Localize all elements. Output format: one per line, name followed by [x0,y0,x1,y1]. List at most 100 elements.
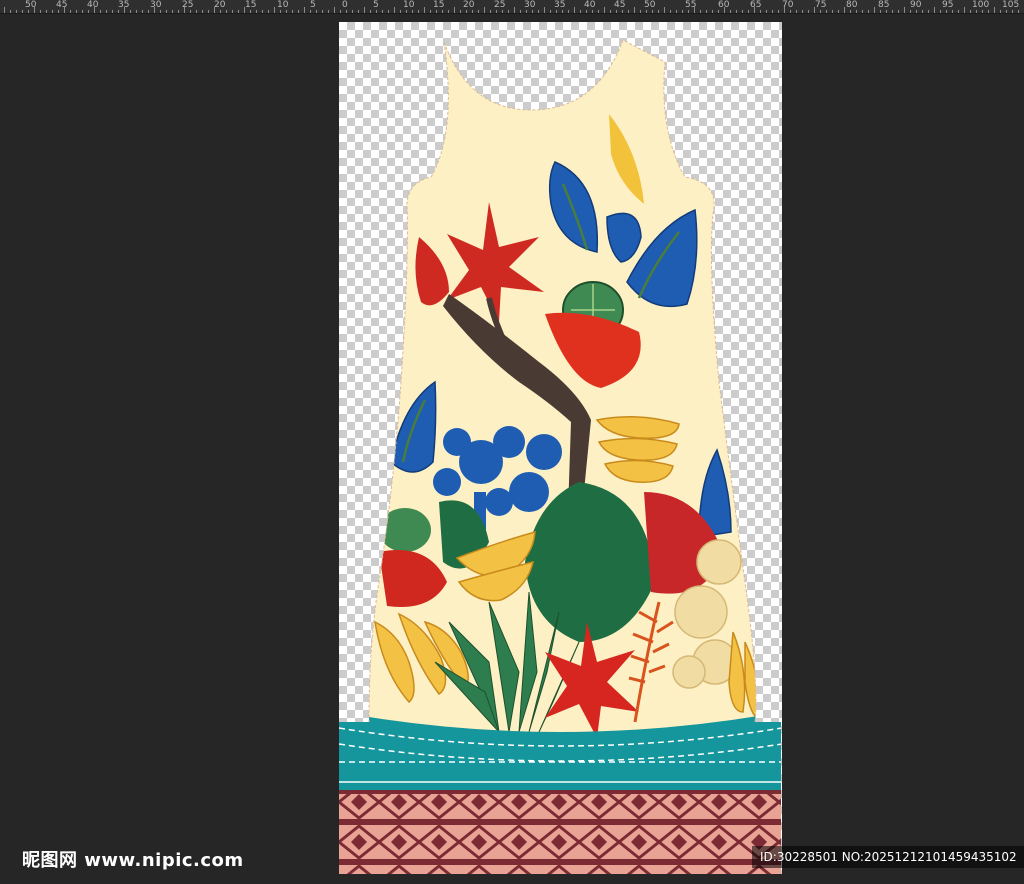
ruler-tick [1018,10,1019,13]
ruler-tick [34,7,35,13]
ruler-tick [418,10,419,13]
ruler-tick [628,10,629,13]
ruler-tick [520,10,521,13]
ruler-tick [670,10,671,13]
ruler-tick [982,10,983,13]
ruler-tick [730,10,731,13]
ruler-tick [226,10,227,13]
top-ruler[interactable]: 50 45 40 35 30 25 20 15 10 5 0 5 10 15 2… [0,0,1024,14]
ruler-tick [172,10,173,13]
ruler-tick [820,10,821,13]
ruler-tick [22,10,23,13]
ruler-tick [616,10,617,13]
ruler-tick [610,10,611,13]
ruler-tick [196,10,197,13]
ruler-tick [280,10,281,13]
ruler-tick [910,10,911,13]
ruler-tick [496,10,497,13]
ruler-tick [754,7,755,13]
ruler-tick [568,10,569,13]
ruler-tick [448,10,449,13]
ruler-tick [40,10,41,13]
ruler-tick [466,10,467,13]
ruler-tick [136,10,137,13]
ruler-tick [148,10,149,13]
ruler-tick [472,10,473,13]
ruler-tick [214,7,215,13]
ruler-tick [10,10,11,13]
ruler-tick [970,10,971,13]
ruler-tick [658,10,659,13]
ruler-tick [328,10,329,13]
ruler-tick [220,10,221,13]
site-watermark: 昵图网 www.nipic.com [22,850,244,871]
ruler-tick [352,10,353,13]
ruler-tick [244,7,245,13]
ruler-tick [184,7,185,13]
ruler-tick [340,10,341,13]
ruler-tick [250,10,251,13]
ruler-tick [268,10,269,13]
ruler-tick [442,10,443,13]
ruler-tick [586,10,587,13]
ruler-tick [832,10,833,13]
ruler-tick [424,7,425,13]
ruler-tick [292,10,293,13]
ruler-tick [1000,10,1001,13]
ruler-tick [28,10,29,13]
ruler-tick [436,10,437,13]
ruler-tick [118,10,119,13]
image-id-watermark: ID:30228501 NO:20251212101459435102 [752,846,1024,868]
ruler-tick [580,10,581,13]
ruler-tick [394,7,395,13]
ruler-tick [364,7,365,13]
ruler-tick [544,7,545,13]
ruler-tick [712,10,713,13]
ruler-tick [862,10,863,13]
ruler-tick [868,10,869,13]
ruler-tick [736,10,737,13]
ruler-tick [700,10,701,13]
ruler-tick [400,10,401,13]
ruler-tick [718,10,719,13]
ruler-tick [142,10,143,13]
ruler-tick [946,10,947,13]
ruler-tick [778,10,779,13]
ruler-tick [880,10,881,13]
ruler-tick [952,10,953,13]
ruler-tick [64,7,65,13]
ruler-tick [694,7,695,13]
ruler-tick [322,10,323,13]
ruler-tick [526,10,527,13]
ruler-tick [346,10,347,13]
ruler-tick [856,10,857,13]
ruler-tick [808,10,809,13]
ruler-tick [82,10,83,13]
ruler-tick [310,10,311,13]
ruler-tick [382,10,383,13]
ruler-tick [706,10,707,13]
ruler-tick [52,10,53,13]
ruler-tick [178,10,179,13]
ruler-tick [112,10,113,13]
ruler-tick [994,7,995,13]
document-canvas[interactable] [339,22,782,874]
ruler-tick [406,10,407,13]
ruler-tick [70,10,71,13]
ruler-tick [514,7,515,13]
ruler-tick [130,10,131,13]
ruler-tick [640,10,641,13]
ruler-tick [742,10,743,13]
ruler-tick [94,7,95,13]
ruler-tick [646,10,647,13]
ruler-tick [934,7,935,13]
ruler-tick [940,10,941,13]
ruler-tick [508,10,509,13]
ruler-tick [1006,10,1007,13]
ruler-tick [412,10,413,13]
ruler-tick [454,7,455,13]
ruler-tick [58,10,59,13]
ruler-tick [634,7,635,13]
ruler-tick [928,10,929,13]
ruler-tick [256,10,257,13]
